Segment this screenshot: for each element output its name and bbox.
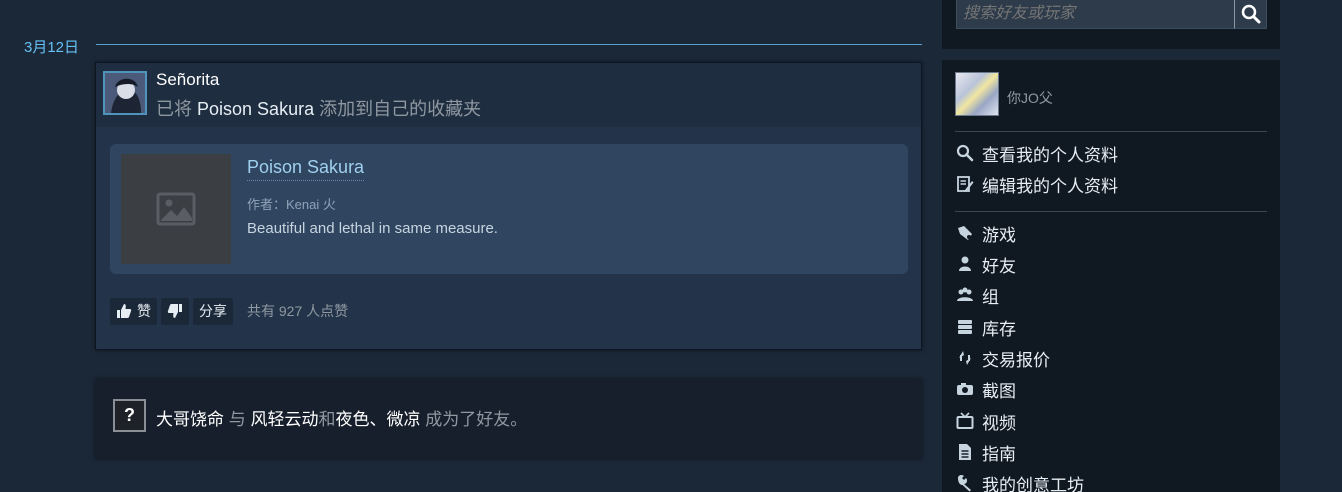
search-icon	[955, 143, 975, 163]
item-description: Beautiful and lethal in same measure.	[247, 220, 498, 237]
date-label: 3月12日	[24, 39, 80, 56]
sidebar-divider	[955, 211, 1267, 212]
unknown-avatar-icon: ?	[113, 399, 146, 432]
friend-activity-text: 大哥饶命 与 风轻云动和夜色、微凉 成为了好友。	[156, 405, 527, 430]
my-avatar[interactable]	[955, 72, 999, 116]
search-panel	[942, 0, 1280, 49]
profile-panel: 你JO父 查看我的个人资料 编辑我的个人资料 游戏 好友 组 库存 交易报价 截…	[942, 60, 1280, 492]
sidebar-item-label: 交易报价	[982, 350, 1050, 370]
sidebar-item-inventory[interactable]: 库存	[955, 315, 1016, 339]
sidebar-item-label: 组	[982, 287, 999, 307]
sidebar-item-workshop[interactable]: 我的创意工坊	[955, 471, 1084, 492]
action-prefix: 已将	[156, 99, 192, 119]
friend-icon	[955, 254, 975, 274]
dislike-button[interactable]	[161, 297, 189, 325]
action-item-link[interactable]: Poison Sakura	[197, 99, 314, 119]
trade-icon	[955, 348, 975, 368]
sidebar-item-games[interactable]: 游戏	[955, 221, 1016, 245]
like-button[interactable]: 赞	[110, 297, 157, 325]
activity-card-friends: ? 大哥饶命 与 风轻云动和夜色、微凉 成为了好友。	[95, 379, 922, 459]
avatar-image	[105, 73, 145, 113]
sidebar-item-label: 好友	[982, 256, 1016, 276]
view-profile-label: 查看我的个人资料	[982, 145, 1118, 165]
thumbs-up-icon	[117, 304, 132, 318]
sidebar-item-label: 我的创意工坊	[982, 475, 1084, 492]
date-separator: 3月12日	[24, 38, 922, 58]
edit-profile-link[interactable]: 编辑我的个人资料	[955, 172, 1118, 196]
activity-user-name[interactable]: Señorita	[156, 70, 219, 90]
activity-card-favorite: Señorita 已将 Poison Sakura 添加到自己的收藏夹 Pois…	[95, 62, 922, 350]
search-button[interactable]	[1234, 0, 1267, 29]
share-button[interactable]: 分享	[193, 297, 233, 325]
sidebar-item-guides[interactable]: 指南	[955, 440, 1016, 464]
sidebar-divider	[955, 131, 1267, 132]
friend-user-b[interactable]: 风轻云动	[250, 410, 318, 429]
sidebar-item-label: 游戏	[982, 225, 1016, 245]
conjunction-2: 和	[318, 410, 336, 429]
sidebar-item-label: 指南	[982, 444, 1016, 464]
item-author: 作者：Kenai 火	[247, 197, 336, 212]
tv-icon	[955, 411, 975, 431]
conjunction-1: 与	[228, 410, 246, 429]
like-label: 赞	[137, 303, 151, 319]
vote-bar: 赞 分享 共有 927 人点赞	[110, 297, 348, 325]
activity-description: 已将 Poison Sakura 添加到自己的收藏夹	[156, 95, 481, 121]
thumbs-down-icon	[167, 304, 182, 318]
camera-icon	[955, 379, 975, 399]
wrench-icon	[955, 473, 975, 492]
friend-user-a[interactable]: 大哥饶命	[156, 410, 224, 429]
guide-icon	[955, 442, 975, 462]
share-label: 分享	[199, 303, 227, 319]
group-icon	[955, 285, 975, 305]
my-profile-name[interactable]: 你JO父	[1007, 88, 1053, 108]
search-input[interactable]	[956, 0, 1236, 29]
sidebar-item-trade-offers[interactable]: 交易报价	[955, 346, 1050, 370]
sidebar-item-friends[interactable]: 好友	[955, 252, 1016, 276]
edit-icon	[955, 174, 975, 194]
friend-suffix: 成为了好友。	[425, 410, 528, 429]
view-profile-link[interactable]: 查看我的个人资料	[955, 141, 1118, 165]
action-suffix: 添加到自己的收藏夹	[319, 99, 482, 119]
vote-count: 共有 927 人点赞	[247, 303, 349, 319]
item-thumbnail[interactable]	[121, 154, 231, 264]
games-icon	[955, 223, 975, 243]
item-title-link[interactable]: Poison Sakura	[247, 157, 365, 181]
edit-profile-label: 编辑我的个人资料	[982, 176, 1118, 196]
friend-user-c[interactable]: 夜色、微凉	[335, 410, 420, 429]
inventory-icon	[955, 317, 975, 337]
workshop-item-box: Poison Sakura 作者：Kenai 火 Beautiful and l…	[110, 144, 908, 274]
search-icon	[1241, 4, 1260, 24]
sidebar-item-groups[interactable]: 组	[955, 283, 999, 307]
date-divider-line	[96, 44, 922, 45]
sidebar-item-screenshots[interactable]: 截图	[955, 377, 1016, 401]
sidebar-item-label: 视频	[982, 413, 1016, 433]
activity-header: Señorita 已将 Poison Sakura 添加到自己的收藏夹	[96, 63, 921, 127]
image-placeholder-icon	[156, 192, 196, 226]
sidebar-item-label: 库存	[982, 319, 1016, 339]
sidebar-item-label: 截图	[982, 381, 1016, 401]
sidebar-item-videos[interactable]: 视频	[955, 409, 1016, 433]
user-avatar[interactable]	[103, 71, 147, 115]
